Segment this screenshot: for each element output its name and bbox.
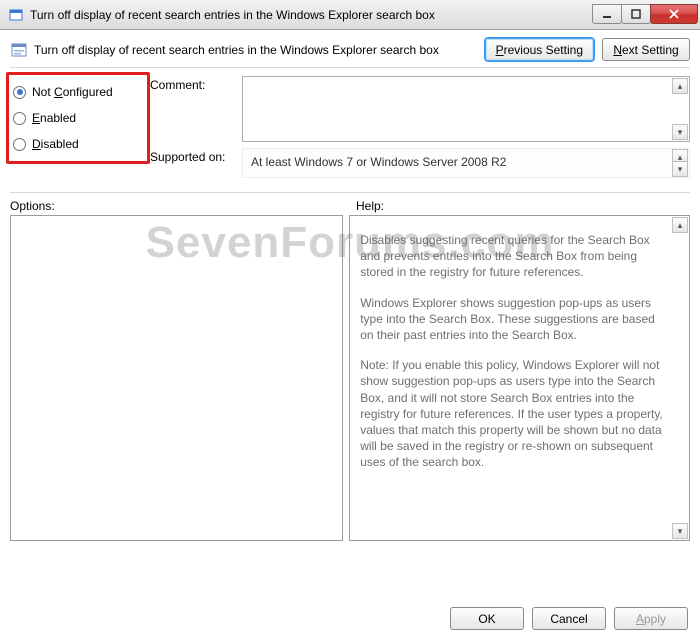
prev-label-rest: revious Setting [504, 43, 583, 57]
help-paragraph: Note: If you enable this policy, Windows… [360, 357, 667, 470]
separator [10, 192, 690, 193]
next-label-rest: ext Setting [622, 43, 679, 57]
radio-disabled[interactable]: Disabled [13, 137, 141, 151]
help-paragraph: Disables suggesting recent queries for t… [360, 232, 667, 281]
radio-indicator [13, 112, 26, 125]
policy-title: Turn off display of recent search entrie… [34, 43, 477, 57]
ok-button[interactable]: OK [450, 607, 524, 630]
scroll-down-icon[interactable]: ▾ [672, 124, 688, 140]
apply-button[interactable]: Apply [614, 607, 688, 630]
options-pane [10, 215, 343, 541]
radio-not-configured[interactable]: Not Configured [13, 85, 141, 99]
help-pane: Disables suggesting recent queries for t… [349, 215, 690, 541]
scroll-down-icon[interactable]: ▾ [672, 523, 688, 539]
state-radio-group: Not Configured Enabled Disabled [10, 76, 150, 184]
comment-textarea[interactable]: ▴ ▾ [242, 76, 690, 142]
radio-indicator [13, 138, 26, 151]
radio-indicator [13, 86, 26, 99]
scroll-down-icon[interactable]: ▾ [672, 161, 688, 177]
panes-container: Disables suggesting recent queries for t… [10, 215, 690, 541]
supported-on-box: At least Windows 7 or Windows Server 200… [242, 148, 690, 178]
cancel-button[interactable]: Cancel [532, 607, 606, 630]
supported-label: Supported on: [150, 148, 242, 178]
config-row: Not Configured Enabled Disabled Comment:… [10, 76, 690, 184]
scroll-up-icon[interactable]: ▴ [672, 78, 688, 94]
window-title: Turn off display of recent search entrie… [30, 8, 593, 22]
minimize-button[interactable] [592, 4, 622, 24]
comment-label: Comment: [150, 76, 242, 142]
scroll-up-icon[interactable]: ▴ [672, 217, 688, 233]
separator [10, 67, 690, 68]
header-row: Turn off display of recent search entrie… [10, 38, 690, 61]
radio-enabled[interactable]: Enabled [13, 111, 141, 125]
radio-highlight-box: Not Configured Enabled Disabled [6, 72, 150, 164]
next-setting-button[interactable]: Next Setting [602, 38, 690, 61]
client-area: Turn off display of recent search entrie… [0, 30, 700, 640]
options-label: Options: [10, 199, 350, 213]
app-icon [8, 7, 24, 23]
close-button[interactable] [650, 4, 698, 24]
help-label: Help: [350, 199, 690, 213]
title-bar: Turn off display of recent search entrie… [0, 0, 700, 30]
maximize-button[interactable] [621, 4, 651, 24]
dialog-button-bar: OK Cancel Apply [450, 607, 688, 630]
supported-value: At least Windows 7 or Windows Server 200… [251, 155, 506, 169]
help-paragraph: Windows Explorer shows suggestion pop-up… [360, 295, 667, 344]
policy-icon [10, 41, 28, 59]
previous-setting-button[interactable]: Previous Setting [485, 38, 594, 61]
window-controls [593, 4, 698, 26]
